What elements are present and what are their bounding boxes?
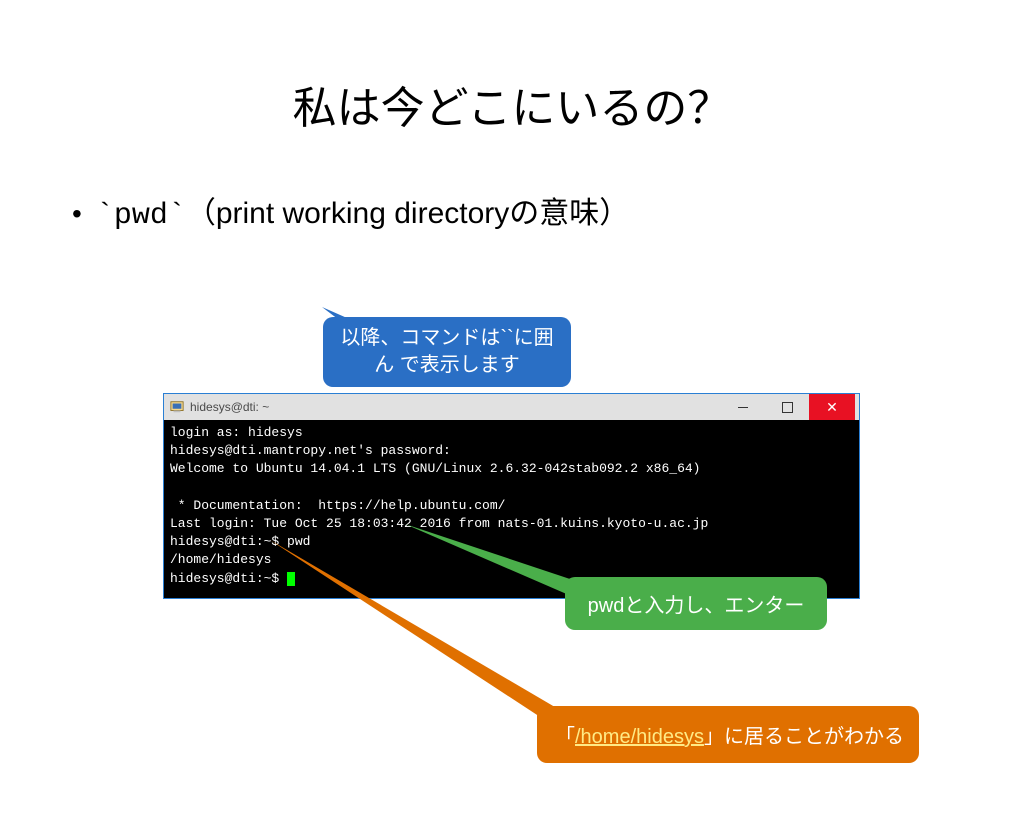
term-line: * Documentation: https://help.ubuntu.com…: [170, 498, 505, 513]
bullet-command: `pwd`: [96, 199, 186, 233]
bullet-text: `pwd`（print working directoryの意味）: [96, 188, 629, 233]
callout-bottom-post: 」に居ることがわかる: [704, 726, 904, 748]
term-line: /home/hidesys: [170, 552, 271, 567]
callout-bottom-pre: 「: [555, 726, 575, 748]
close-button[interactable]: [809, 394, 855, 420]
window-controls: [721, 394, 855, 420]
term-line: Welcome to Ubuntu 14.04.1 LTS (GNU/Linux…: [170, 461, 701, 476]
bullet-explanation: （print working directoryの意味）: [186, 197, 629, 230]
callout-bottom-path: /home/hidesys: [575, 726, 704, 748]
bullet-item: • `pwd`（print working directoryの意味）: [72, 188, 1024, 233]
title-bar: hidesys@dti: ~: [164, 394, 859, 420]
term-line: hidesys@dti.mantropy.net's password:: [170, 443, 451, 458]
callout-backtick-note: 以降、コマンドは``に囲ん で表示します: [323, 317, 571, 387]
putty-icon: [170, 400, 184, 414]
slide-title: 私は今どこにいるの？: [0, 72, 1024, 136]
maximize-button[interactable]: [765, 394, 809, 420]
term-line: login as: hidesys: [170, 425, 303, 440]
callout-home-result: 「/home/hidesys」に居ることがわかる: [537, 706, 919, 763]
window-title: hidesys@dti: ~: [188, 400, 721, 414]
minimize-button[interactable]: [721, 394, 765, 420]
callout-pwd-enter: pwdと入力し、エンター: [565, 577, 827, 630]
bullet-dot: •: [72, 200, 82, 228]
